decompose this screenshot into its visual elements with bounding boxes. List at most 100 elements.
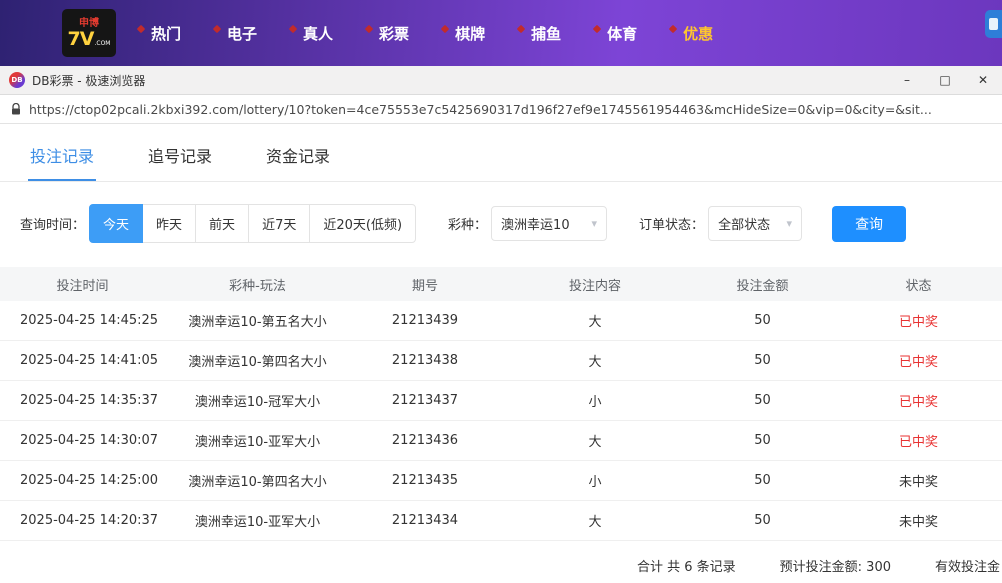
- status-filter-label: 订单状态：: [639, 214, 704, 233]
- time-option-last7days[interactable]: 近7天: [248, 204, 310, 243]
- cell-status: 已中奖: [835, 311, 1002, 330]
- cell-amount: 50: [690, 433, 835, 448]
- col-header-play: 彩种-玩法: [165, 275, 350, 294]
- cell-content: 大: [500, 351, 690, 370]
- col-header-amount: 投注金额: [690, 275, 835, 294]
- nav-item-fishing[interactable]: 捕鱼: [518, 23, 561, 44]
- time-option-today[interactable]: 今天: [89, 204, 143, 243]
- time-option-yesterday[interactable]: 昨天: [142, 204, 196, 243]
- nav-item-label: 优惠: [683, 23, 713, 44]
- maximize-button[interactable]: □: [926, 66, 964, 94]
- cell-issue: 21213435: [350, 473, 500, 488]
- chevron-down-icon: ▾: [787, 217, 793, 230]
- cell-bet-time: 2025-04-25 14:35:37: [0, 393, 165, 408]
- window-title: DB彩票 - 极速浏览器: [32, 72, 145, 89]
- time-filter-group: 今天 昨天 前天 近7天 近20天(低频): [89, 204, 416, 243]
- tab-bet-records[interactable]: 投注记录: [28, 130, 96, 181]
- nav-item-label: 体育: [607, 23, 637, 44]
- cell-amount: 50: [690, 513, 835, 528]
- time-filter-label: 查询时间：: [20, 214, 85, 233]
- site-header: 申博 7V .COM 热门 电子 真人 彩票 棋牌 捕鱼 体育 优惠: [0, 0, 1002, 66]
- record-tabs: 投注记录 追号记录 资金记录: [0, 124, 1002, 182]
- logo-brand-main: 7V: [68, 29, 94, 49]
- nav-item-label: 彩票: [379, 23, 409, 44]
- nav-item-label: 热门: [151, 23, 181, 44]
- floating-widget-icon[interactable]: [985, 10, 1002, 38]
- chevron-down-icon: ▾: [592, 217, 598, 230]
- cell-content: 大: [500, 431, 690, 450]
- tab-fund-records[interactable]: 资金记录: [264, 130, 332, 181]
- lottery-select-value: 澳洲幸运10: [501, 214, 570, 233]
- table-row: 2025-04-25 14:45:25 澳洲幸运10-第五名大小 2121343…: [0, 301, 1002, 341]
- cell-bet-time: 2025-04-25 14:25:00: [0, 473, 165, 488]
- address-bar[interactable]: https://ctop02pcali.2kbxi392.com/lottery…: [0, 95, 1002, 124]
- nav-item-cards[interactable]: 棋牌: [442, 23, 485, 44]
- nav-item-label: 捕鱼: [531, 23, 561, 44]
- lock-icon: [10, 103, 22, 116]
- close-button[interactable]: ✕: [964, 66, 1002, 94]
- cell-bet-time: 2025-04-25 14:41:05: [0, 353, 165, 368]
- cell-bet-time: 2025-04-25 14:30:07: [0, 433, 165, 448]
- table-row: 2025-04-25 14:25:00 澳洲幸运10-第四名大小 2121343…: [0, 461, 1002, 501]
- search-button[interactable]: 查询: [832, 206, 906, 242]
- flame-badge-icon: [441, 25, 449, 33]
- nav-item-live[interactable]: 真人: [290, 23, 333, 44]
- cell-status: 未中奖: [835, 511, 1002, 530]
- time-option-day-before[interactable]: 前天: [195, 204, 249, 243]
- nav-item-slots[interactable]: 电子: [214, 23, 257, 44]
- tab-chase-records[interactable]: 追号记录: [146, 130, 214, 181]
- flame-badge-icon: [365, 25, 373, 33]
- cell-play: 澳洲幸运10-冠军大小: [165, 391, 350, 410]
- cell-play: 澳洲幸运10-第四名大小: [165, 471, 350, 490]
- col-header-time: 投注时间: [0, 275, 165, 294]
- cell-play: 澳洲幸运10-第五名大小: [165, 311, 350, 330]
- nav-item-label: 真人: [303, 23, 333, 44]
- flame-badge-icon: [213, 25, 221, 33]
- cell-content: 小: [500, 391, 690, 410]
- nav-item-lottery[interactable]: 彩票: [366, 23, 409, 44]
- col-header-status: 状态: [835, 275, 1002, 294]
- cell-issue: 21213434: [350, 513, 500, 528]
- flame-badge-icon: [137, 25, 145, 33]
- flame-badge-icon: [669, 25, 677, 33]
- cell-play: 澳洲幸运10-亚军大小: [165, 511, 350, 530]
- cell-issue: 21213438: [350, 353, 500, 368]
- url-text: https://ctop02pcali.2kbxi392.com/lottery…: [29, 102, 932, 117]
- filter-bar: 查询时间： 今天 昨天 前天 近7天 近20天(低频) 彩种： 澳洲幸运10 ▾…: [0, 182, 1002, 267]
- lottery-filter-label: 彩种：: [448, 214, 487, 233]
- site-logo[interactable]: 申博 7V .COM: [62, 9, 116, 57]
- cell-status: 已中奖: [835, 351, 1002, 370]
- nav-item-label: 电子: [227, 23, 257, 44]
- nav-item-promo[interactable]: 优惠: [670, 23, 713, 44]
- cell-bet-time: 2025-04-25 14:20:37: [0, 513, 165, 528]
- nav-item-label: 棋牌: [455, 23, 485, 44]
- browser-title-bar: DB DB彩票 - 极速浏览器 – □ ✕: [0, 66, 1002, 95]
- cell-bet-time: 2025-04-25 14:45:25: [0, 313, 165, 328]
- cell-play: 澳洲幸运10-第四名大小: [165, 351, 350, 370]
- table-header-row: 投注时间 彩种-玩法 期号 投注内容 投注金额 状态: [0, 267, 1002, 301]
- favicon-icon: DB: [9, 72, 25, 88]
- logo-brand-cn: 申博: [79, 18, 99, 29]
- minimize-button[interactable]: –: [888, 66, 926, 94]
- cell-issue: 21213436: [350, 433, 500, 448]
- table-row: 2025-04-25 14:30:07 澳洲幸运10-亚军大小 21213436…: [0, 421, 1002, 461]
- logo-brand-row: 7V .COM: [68, 29, 111, 49]
- status-select-value: 全部状态: [718, 214, 770, 233]
- cell-status: 未中奖: [835, 471, 1002, 490]
- bet-records-table: 投注时间 彩种-玩法 期号 投注内容 投注金额 状态 2025-04-25 14…: [0, 267, 1002, 541]
- table-row: 2025-04-25 14:35:37 澳洲幸运10-冠军大小 21213437…: [0, 381, 1002, 421]
- logo-brand-sub: .COM: [94, 40, 110, 47]
- nav-item-sports[interactable]: 体育: [594, 23, 637, 44]
- time-option-last20days[interactable]: 近20天(低频): [309, 204, 416, 243]
- flame-badge-icon: [593, 25, 601, 33]
- nav-item-hot[interactable]: 热门: [138, 23, 181, 44]
- lottery-select[interactable]: 澳洲幸运10 ▾: [491, 206, 607, 241]
- cell-issue: 21213437: [350, 393, 500, 408]
- cell-content: 小: [500, 471, 690, 490]
- table-row: 2025-04-25 14:20:37 澳洲幸运10-亚军大小 21213434…: [0, 501, 1002, 541]
- summary-footer: 合计 共 6 条记录 预计投注金额: 300 有效投注金: [0, 541, 1002, 575]
- cell-content: 大: [500, 511, 690, 530]
- cell-status: 已中奖: [835, 431, 1002, 450]
- status-select[interactable]: 全部状态 ▾: [708, 206, 802, 241]
- cell-amount: 50: [690, 473, 835, 488]
